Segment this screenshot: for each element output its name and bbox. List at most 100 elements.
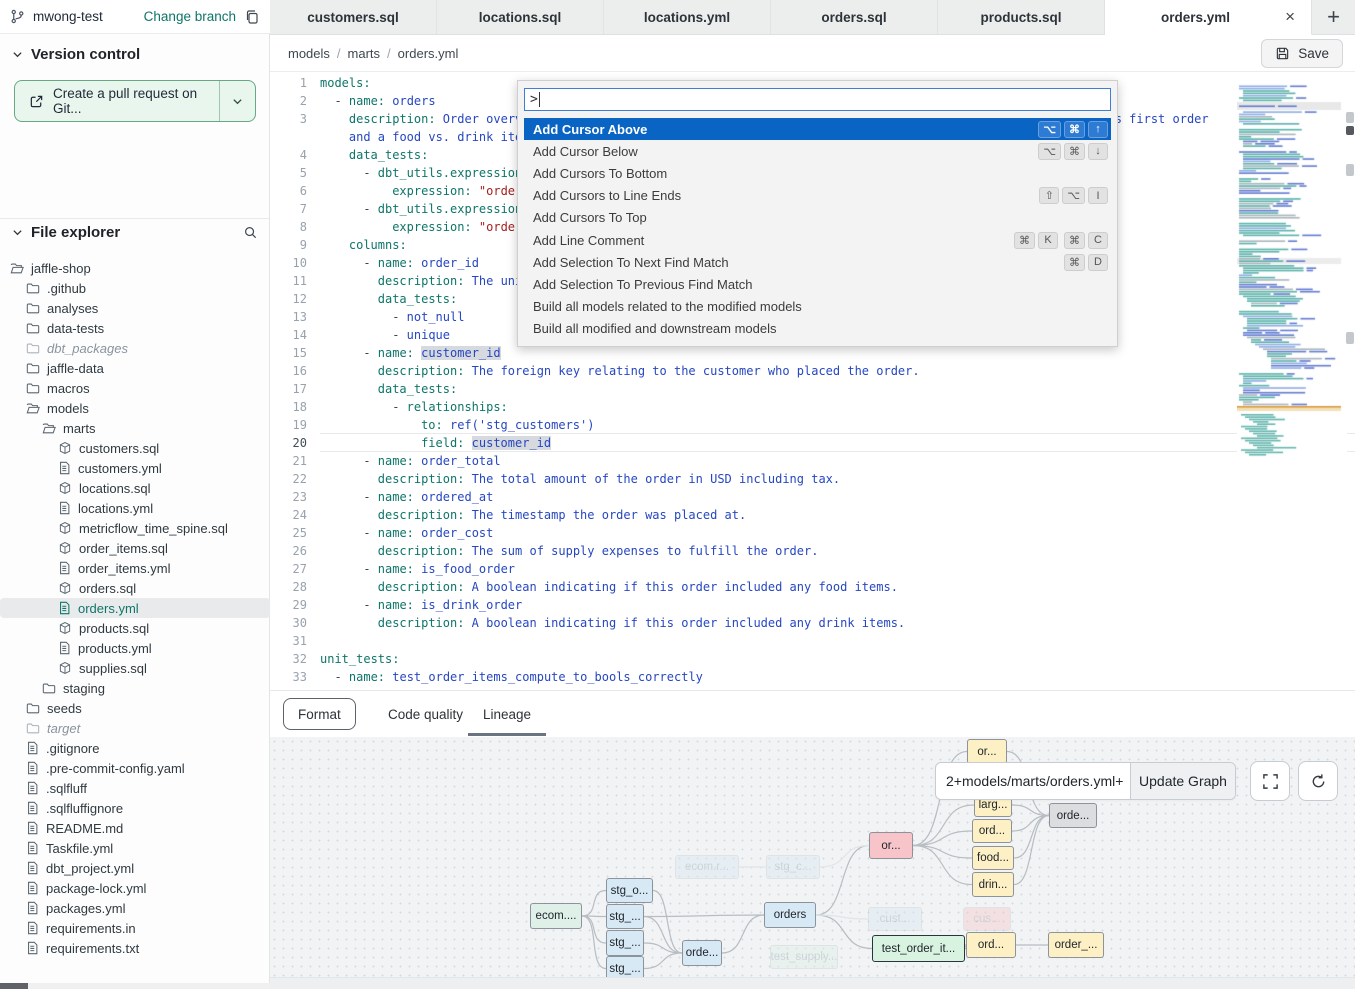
lineage-node-n_y7[interactable]: order_... (1048, 932, 1104, 958)
tree-item-seeds[interactable]: seeds (0, 698, 270, 718)
code-line-32[interactable]: 32unit_tests: (270, 650, 1355, 668)
tab-code-quality[interactable]: Code quality (388, 691, 463, 737)
tree-item-staging[interactable]: staging (0, 678, 270, 698)
tree-item-orders-yml[interactable]: orders.yml (0, 598, 270, 618)
tree-item-analyses[interactable]: analyses (0, 298, 270, 318)
minimap[interactable] (1237, 80, 1347, 458)
palette-item[interactable]: Add Cursor Below⌥⌘↓ (524, 140, 1111, 162)
palette-item[interactable]: Build all modified and downstream models (524, 318, 1111, 340)
tree-item-customers-yml[interactable]: customers.yml (0, 458, 270, 478)
tab-locations-yml[interactable]: locations.yml (604, 0, 771, 34)
code-line-17[interactable]: 17data_tests: (270, 380, 1355, 398)
tab-orders-yml[interactable]: orders.yml× (1105, 0, 1312, 35)
palette-item[interactable]: Add Cursor Above⌥⌘↑ (524, 118, 1111, 140)
tree-item-jaffle-data[interactable]: jaffle-data (0, 358, 270, 378)
code-line-23[interactable]: 23- name: ordered_at (270, 488, 1355, 506)
tree-item-packages-yml[interactable]: packages.yml (0, 898, 270, 918)
editor-scrollbar[interactable] (1346, 72, 1355, 690)
lineage-node-n_test[interactable]: test_order_it... (872, 935, 965, 962)
version-control-header[interactable]: Version control (12, 46, 140, 63)
copy-icon[interactable] (244, 9, 260, 25)
palette-item[interactable]: Add Cursors To Top (524, 207, 1111, 229)
tree-item-taskfile-yml[interactable]: Taskfile.yml (0, 838, 270, 858)
tree-item-products-sql[interactable]: products.sql (0, 618, 270, 638)
code-line-24[interactable]: 24description: The timestamp the order w… (270, 506, 1355, 524)
tree-item-readme-md[interactable]: README.md (0, 818, 270, 838)
lineage-node-n_gray[interactable]: orde... (1049, 803, 1097, 828)
tree-item-orders-sql[interactable]: orders.sql (0, 578, 270, 598)
code-line-16[interactable]: 16description: The foreign key relating … (270, 362, 1355, 380)
palette-item[interactable]: Add Selection To Previous Find Match (524, 273, 1111, 295)
code-line-18[interactable]: 18- relationships: (270, 398, 1355, 416)
tab-locations-sql[interactable]: locations.sql (437, 0, 604, 34)
lineage-node-n_ecom[interactable]: ecom.... (530, 903, 582, 929)
lineage-node-n_y5[interactable]: drin... (972, 872, 1014, 897)
tree-item-requirements-in[interactable]: requirements.in (0, 918, 270, 938)
lineage-node-n_y4[interactable]: food... (972, 846, 1014, 870)
lineage-node-n_y6[interactable]: ord... (966, 932, 1016, 958)
tree-item-metricflow-time-spine-sql[interactable]: metricflow_time_spine.sql (0, 518, 270, 538)
save-button[interactable]: Save (1261, 39, 1343, 68)
command-palette-input[interactable]: > (524, 88, 1111, 111)
code-line-28[interactable]: 28description: A boolean indicating if t… (270, 578, 1355, 596)
code-line-27[interactable]: 27- name: is_food_order (270, 560, 1355, 578)
tab-products-sql[interactable]: products.sql (938, 0, 1105, 34)
tree-item-order-items-yml[interactable]: order_items.yml (0, 558, 270, 578)
search-icon[interactable] (243, 225, 258, 240)
tree-item-dbt-project-yml[interactable]: dbt_project.yml (0, 858, 270, 878)
tree-item-models[interactable]: models (0, 398, 270, 418)
lineage-node-n_stg1[interactable]: stg_... (606, 904, 644, 929)
code-line-31[interactable]: 31 (270, 632, 1355, 650)
code-line-26[interactable]: 26description: The sum of supply expense… (270, 542, 1355, 560)
code-line-20[interactable]: 20field: customer_id (270, 434, 1355, 452)
palette-item[interactable]: Add Selection To Next Find Match⌘D (524, 251, 1111, 273)
palette-item[interactable]: Build all models related to the modified… (524, 296, 1111, 318)
breadcrumb-part[interactable]: marts (348, 46, 381, 61)
code-line-22[interactable]: 22description: The total amount of the o… (270, 470, 1355, 488)
lineage-node-n_stg_o[interactable]: stg_o... (606, 878, 653, 903)
lineage-graph[interactable]: ecom....stg_o...stg_...stg_...stg_...ord… (270, 737, 1355, 977)
tree-item-dbt-packages[interactable]: dbt_packages (0, 338, 270, 358)
lineage-node-n_orde[interactable]: orde... (682, 940, 722, 966)
tree-item--github[interactable]: .github (0, 278, 270, 298)
tree-item-products-yml[interactable]: products.yml (0, 638, 270, 658)
code-line-30[interactable]: 30description: A boolean indicating if t… (270, 614, 1355, 632)
tree-item--gitignore[interactable]: .gitignore (0, 738, 270, 758)
breadcrumb-part[interactable]: orders.yml (398, 46, 459, 61)
update-graph-button[interactable]: Update Graph (1130, 763, 1235, 799)
code-line-25[interactable]: 25- name: order_cost (270, 524, 1355, 542)
lineage-horizontal-scrollbar[interactable] (270, 977, 1355, 989)
tree-item-marts[interactable]: marts (0, 418, 270, 438)
lineage-node-n_y3[interactable]: ord... (972, 819, 1012, 843)
palette-item[interactable]: Add Cursors to Line Ends⇧⌥I (524, 185, 1111, 207)
create-pull-request-button[interactable]: Create a pull request on Git... (14, 80, 256, 122)
tree-item-target[interactable]: target (0, 718, 270, 738)
tab-lineage[interactable]: Lineage (483, 691, 531, 737)
sidebar-horizontal-scrollbar[interactable] (0, 983, 270, 989)
tree-item-data-tests[interactable]: data-tests (0, 318, 270, 338)
tree-item-locations-sql[interactable]: locations.sql (0, 478, 270, 498)
tree-item-requirements-txt[interactable]: requirements.txt (0, 938, 270, 958)
code-line-29[interactable]: 29- name: is_drink_order (270, 596, 1355, 614)
breadcrumb-part[interactable]: models (288, 46, 330, 61)
lineage-node-n_orders[interactable]: orders (764, 902, 816, 928)
tree-item-locations-yml[interactable]: locations.yml (0, 498, 270, 518)
lineage-node-n_y1[interactable]: or... (967, 739, 1007, 764)
file-explorer-header[interactable]: File explorer (12, 224, 258, 241)
tree-item-supplies-sql[interactable]: supplies.sql (0, 658, 270, 678)
lineage-node-n_stg3[interactable]: stg_... (606, 956, 644, 977)
tab-customers-sql[interactable]: customers.sql (270, 0, 437, 34)
graph-selector-input[interactable]: 2+models/marts/orders.yml+ (936, 763, 1130, 799)
tree-item-macros[interactable]: macros (0, 378, 270, 398)
tree-item--pre-commit-config-yaml[interactable]: .pre-commit-config.yaml (0, 758, 270, 778)
code-line-21[interactable]: 21- name: order_total (270, 452, 1355, 470)
new-tab-button[interactable]: + (1312, 0, 1355, 34)
refresh-button[interactable] (1298, 761, 1338, 801)
fullscreen-button[interactable] (1250, 761, 1290, 801)
tree-item-package-lock-yml[interactable]: package-lock.yml (0, 878, 270, 898)
code-line-33[interactable]: 33- name: test_order_items_compute_to_bo… (270, 668, 1355, 686)
change-branch-link[interactable]: Change branch (144, 9, 236, 24)
tree-item-order-items-sql[interactable]: order_items.sql (0, 538, 270, 558)
code-line-19[interactable]: 19to: ref('stg_customers') (270, 416, 1355, 434)
lineage-node-n_stg2[interactable]: stg_... (606, 930, 644, 956)
